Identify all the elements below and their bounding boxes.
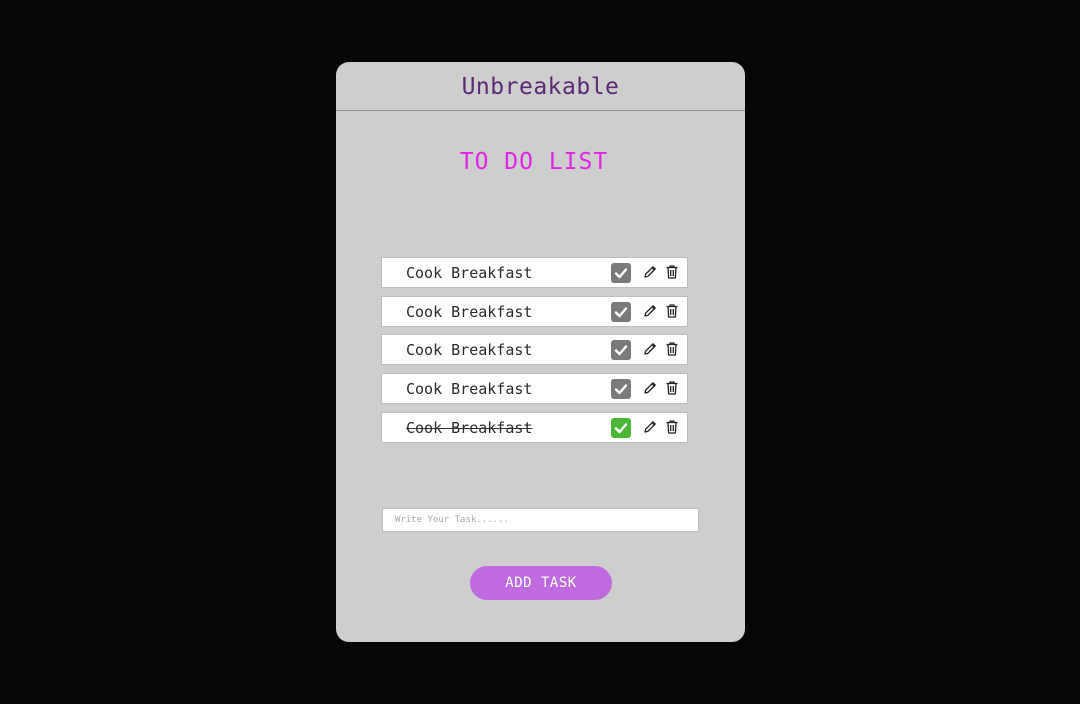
delete-button[interactable] <box>665 303 679 319</box>
edit-button[interactable] <box>642 419 658 435</box>
task-item: Cook Breakfast <box>381 295 688 327</box>
complete-checkbox[interactable] <box>611 417 631 438</box>
pencil-icon <box>644 420 656 433</box>
edit-button[interactable] <box>642 380 658 396</box>
delete-button[interactable] <box>665 419 679 435</box>
check-icon <box>614 345 628 356</box>
trash-icon <box>666 420 678 434</box>
task-text: Cook Breakfast <box>406 341 533 360</box>
pencil-icon <box>644 382 656 394</box>
check-icon <box>614 423 628 433</box>
delete-button[interactable] <box>665 341 679 357</box>
task-input[interactable] <box>382 508 699 532</box>
page-title: TO DO LIST <box>459 149 609 175</box>
complete-checkbox[interactable] <box>611 340 631 361</box>
task-item: Cook Breakfast <box>381 411 688 443</box>
delete-button[interactable] <box>665 380 679 396</box>
pencil-icon <box>644 304 656 317</box>
check-icon <box>614 268 628 279</box>
add-task-button[interactable]: ADD TASK <box>470 566 612 600</box>
edit-button[interactable] <box>642 264 658 280</box>
trash-icon <box>666 342 678 357</box>
task-text: Cook Breakfast <box>406 380 533 399</box>
delete-button[interactable] <box>665 264 679 280</box>
task-item: Cook Breakfast <box>381 334 688 366</box>
check-icon <box>614 306 628 317</box>
card-header: Unbreakable <box>336 62 745 111</box>
task-item: Cook Breakfast <box>381 257 688 288</box>
check-icon <box>614 384 628 395</box>
complete-checkbox[interactable] <box>611 379 631 400</box>
trash-icon <box>666 304 678 318</box>
app-title: Unbreakable <box>461 74 620 100</box>
pencil-icon <box>644 266 656 278</box>
task-item: Cook Breakfast <box>381 373 688 405</box>
task-text: Cook Breakfast <box>406 418 533 437</box>
complete-checkbox[interactable] <box>611 301 631 322</box>
todo-card: Unbreakable TO DO LIST Cook Breakfast Co… <box>336 62 745 642</box>
edit-button[interactable] <box>642 303 658 319</box>
complete-checkbox[interactable] <box>611 263 631 283</box>
trash-icon <box>666 381 678 395</box>
task-text: Cook Breakfast <box>406 302 533 321</box>
trash-icon <box>666 265 678 279</box>
edit-button[interactable] <box>642 341 658 357</box>
task-text: Cook Breakfast <box>406 264 533 282</box>
pencil-icon <box>644 343 656 356</box>
task-list: Cook Breakfast Cook Breakfast Cook Break… <box>381 257 689 450</box>
